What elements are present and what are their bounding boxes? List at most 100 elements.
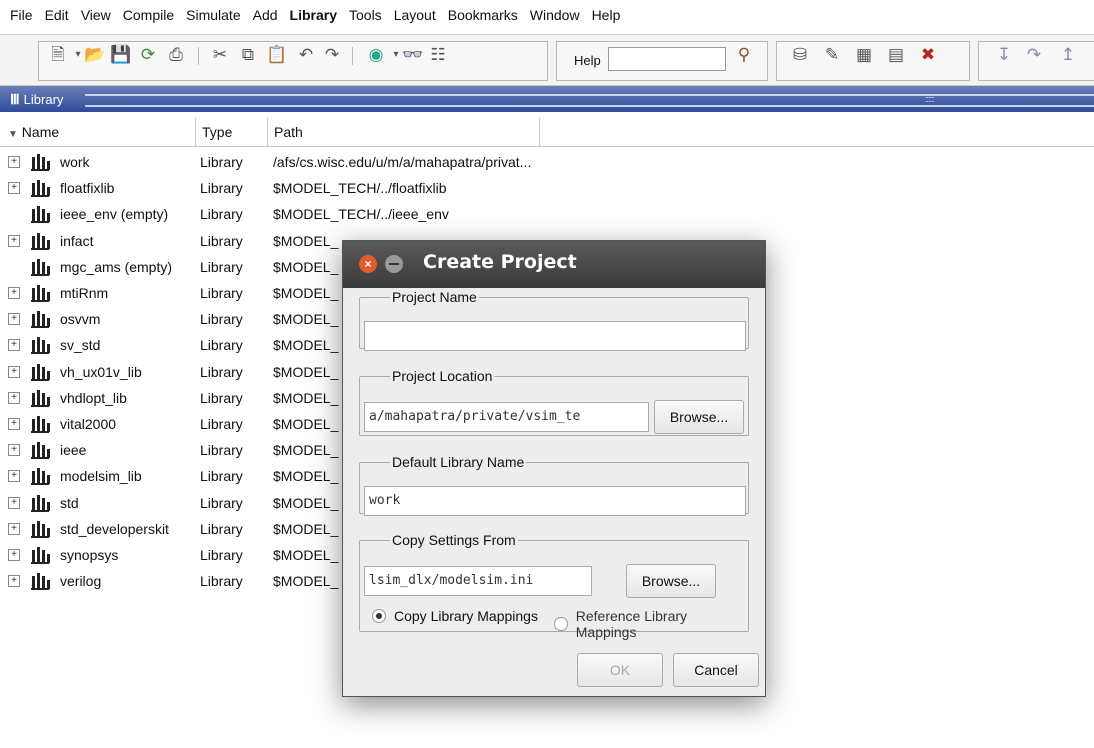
library-name: modelsim_lib	[60, 468, 142, 485]
new-file-icon[interactable]: 🗎	[48, 45, 68, 65]
expand-icon[interactable]: +	[8, 313, 20, 326]
expand-icon[interactable]: +	[8, 365, 20, 378]
close-icon[interactable]: ×	[359, 255, 377, 273]
expand-icon[interactable]: +	[8, 234, 20, 247]
default-library-legend: Default Library Name	[392, 454, 525, 470]
library-row[interactable]: + work Library/afs/cs.wisc.edu/u/m/a/mahap…	[0, 150, 560, 176]
library-icon	[31, 206, 50, 224]
column-header-path[interactable]: Path	[268, 118, 540, 146]
library-type: Library	[200, 442, 243, 459]
library-type: Library	[200, 520, 243, 537]
copy-settings-input[interactable]: lsim_dlx/modelsim.ini	[364, 566, 592, 596]
undo-icon[interactable]: ↶	[296, 45, 316, 65]
expand-icon[interactable]: +	[8, 470, 20, 483]
library-name: std	[60, 494, 79, 511]
menu-edit[interactable]: Edit	[43, 7, 71, 23]
library-panel-title: Ⅲ Library	[10, 91, 64, 107]
library-type: Library	[200, 311, 243, 328]
library-path: $MODEL_	[273, 442, 339, 459]
cancel-button[interactable]: Cancel	[673, 653, 759, 687]
expand-icon[interactable]: +	[8, 182, 20, 195]
library-name: work	[60, 154, 90, 170]
project-name-input[interactable]	[364, 321, 746, 351]
settings-browse-button[interactable]: Browse...	[626, 564, 716, 598]
menu-bookmarks[interactable]: Bookmarks	[446, 7, 520, 23]
refresh-icon[interactable]: ⟳	[138, 45, 158, 65]
library-name: infact	[60, 232, 94, 249]
column-header-type[interactable]: Type	[196, 118, 268, 146]
library-panel-titlebar[interactable]: Ⅲ Library ::::::	[0, 86, 1094, 112]
library-table-header: ▼ Name Type Path	[0, 118, 1094, 147]
cut-icon[interactable]: ✂	[210, 45, 230, 65]
location-browse-button[interactable]: Browse...	[654, 400, 744, 434]
library-icon	[31, 180, 50, 198]
library-path: $MODEL_TECH/../ieee_env	[273, 206, 449, 223]
help-search-icon[interactable]: ⚲	[734, 45, 754, 65]
library-path: $MODEL_	[273, 363, 339, 380]
menu-simulate[interactable]: Simulate	[184, 7, 242, 23]
project-location-group: Project Location a/mahapatra/private/vsi…	[359, 368, 749, 436]
minimize-icon[interactable]	[385, 255, 403, 273]
compile-icon[interactable]: ◉	[366, 45, 386, 65]
expand-icon[interactable]: +	[8, 496, 20, 509]
redo-icon[interactable]: ↷	[322, 45, 342, 65]
expand-icon[interactable]: +	[8, 418, 20, 430]
load-icon[interactable]: ⛁	[790, 45, 810, 65]
library-path: $MODEL_	[273, 547, 339, 563]
structure-icon[interactable]: ☷	[428, 45, 448, 65]
library-name: verilog	[60, 573, 102, 590]
paste-icon[interactable]: 📋	[266, 45, 287, 65]
menu-add[interactable]: Add	[251, 7, 280, 23]
menu-help[interactable]: Help	[590, 7, 623, 23]
expand-icon[interactable]: +	[8, 522, 20, 535]
library-row[interactable]: ieee_env (empty) Library $MODEL_TECH/../ie…	[0, 202, 560, 228]
reference-mappings-radio[interactable]: Reference Library Mappings	[554, 608, 748, 640]
menu-file[interactable]: File	[8, 7, 35, 23]
library-icon	[31, 547, 50, 564]
dialog-titlebar[interactable]: × Create Project	[343, 241, 765, 288]
expand-icon[interactable]: +	[8, 575, 20, 588]
expand-icon[interactable]: +	[8, 549, 20, 561]
menu-tools[interactable]: Tools	[347, 7, 384, 23]
expand-icon[interactable]: +	[8, 156, 20, 168]
library-path: $MODEL_	[273, 573, 339, 590]
step-icon[interactable]: ↧	[994, 45, 1014, 65]
separator	[352, 47, 353, 65]
copy-icon[interactable]: ⧉	[238, 45, 258, 65]
default-library-group: Default Library Name work	[359, 454, 749, 516]
step-out-icon[interactable]: ↥	[1058, 45, 1078, 65]
break-icon[interactable]: ✖	[918, 45, 938, 65]
expand-icon[interactable]: +	[8, 287, 20, 299]
ok-button[interactable]: OK	[577, 653, 663, 687]
library-type: Library	[200, 416, 243, 432]
toolbar: 🗎 ▾ 📂 💾 ⟳ ⎙ ✂ ⧉ 📋 ↶ ↷ ◉ ▾ 👓 ☷ Help ⚲ ⛁ ✎…	[0, 34, 1094, 86]
open-folder-icon[interactable]: 📂	[84, 45, 105, 65]
copy-settings-group: Copy Settings From lsim_dlx/modelsim.ini…	[359, 532, 749, 640]
step-over-icon[interactable]: ↷	[1024, 45, 1044, 65]
expand-icon[interactable]: +	[8, 444, 20, 457]
default-library-input[interactable]: work	[364, 486, 746, 516]
column-header-name[interactable]: ▼ Name	[0, 118, 196, 146]
library-row[interactable]: + floatfixlib Library $MODEL_TECH/../floatf…	[0, 176, 560, 202]
help-search-input[interactable]	[608, 47, 726, 71]
project-location-legend: Project Location	[392, 368, 493, 384]
library-type: Library	[200, 258, 243, 275]
menu-view[interactable]: View	[79, 7, 113, 23]
expand-icon[interactable]: +	[8, 391, 20, 404]
print-icon[interactable]: ⎙	[166, 45, 186, 65]
edit-icon[interactable]: ✎	[822, 45, 842, 65]
menu-library[interactable]: Library	[288, 7, 339, 23]
expand-icon[interactable]: +	[8, 339, 20, 352]
project-location-input[interactable]: a/mahapatra/private/vsim_te	[364, 402, 649, 432]
menu-compile[interactable]: Compile	[121, 7, 176, 23]
menu-window[interactable]: Window	[528, 7, 582, 23]
menu-layout[interactable]: Layout	[392, 7, 438, 23]
resize-grip-icon[interactable]: ::::::	[925, 94, 935, 104]
library-name: ieee_env (empty)	[60, 206, 169, 223]
library-icon[interactable]: ▤	[886, 45, 906, 65]
save-icon[interactable]: 💾	[110, 45, 131, 65]
library-icon	[31, 363, 50, 381]
copy-mappings-radio[interactable]: Copy Library Mappings	[372, 608, 538, 624]
find-icon[interactable]: 👓	[402, 45, 423, 65]
waveform-icon[interactable]: ▦	[854, 45, 874, 65]
